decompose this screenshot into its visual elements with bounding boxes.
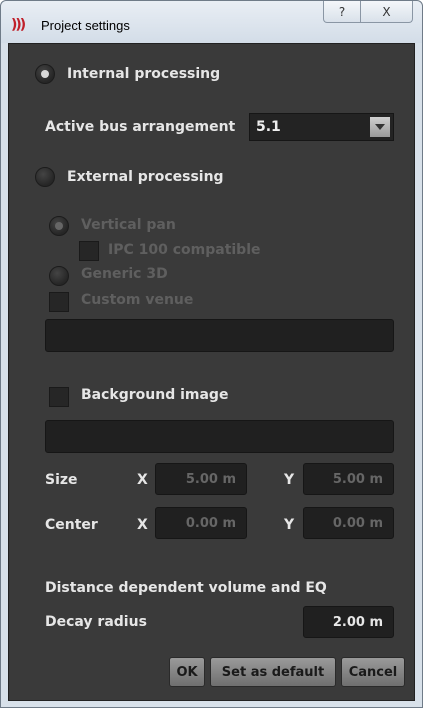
center-x-field[interactable]: 0.00 m [155, 507, 247, 539]
app-logo-icon: ))) [11, 17, 26, 33]
chevron-down-icon[interactable] [370, 117, 390, 137]
custom-venue-checkbox[interactable] [49, 292, 69, 312]
title-bar[interactable]: ))) Project settings ? X [1, 1, 422, 43]
close-button[interactable]: X [360, 1, 413, 23]
external-processing-label: External processing [67, 169, 224, 185]
ipc-100-label: IPC 100 compatible [108, 242, 261, 258]
ipc-100-checkbox[interactable] [79, 241, 99, 261]
vertical-pan-radio[interactable] [49, 216, 69, 236]
bus-arrangement-label: Active bus arrangement [45, 119, 236, 135]
size-label: Size [45, 472, 78, 488]
center-x-label: X [137, 517, 148, 533]
center-y-label: Y [284, 517, 295, 533]
generic-3d-label: Generic 3D [81, 266, 168, 282]
help-button[interactable]: ? [323, 1, 361, 23]
size-y-label: Y [284, 472, 295, 488]
size-x-label: X [137, 472, 148, 488]
size-x-field[interactable]: 5.00 m [155, 463, 247, 495]
generic-3d-radio[interactable] [49, 266, 69, 286]
help-icon: ? [338, 4, 346, 19]
center-label: Center [45, 517, 98, 533]
background-image-label: Background image [81, 387, 229, 403]
external-processing-radio[interactable] [35, 167, 55, 187]
set-as-default-button[interactable]: Set as default [210, 657, 336, 687]
decay-radius-field[interactable]: 2.00 m [303, 606, 394, 638]
center-y-field[interactable]: 0.00 m [303, 507, 394, 539]
bus-arrangement-value: 5.1 [256, 119, 281, 135]
dialog-window: ))) Project settings ? X Internal proces… [0, 0, 423, 708]
distance-volume-heading: Distance dependent volume and EQ [45, 580, 327, 596]
ok-button[interactable]: OK [169, 657, 205, 687]
background-image-path-field[interactable] [45, 420, 394, 453]
decay-radius-label: Decay radius [45, 614, 147, 630]
background-image-checkbox[interactable] [49, 387, 69, 407]
close-icon: X [382, 4, 391, 19]
bus-arrangement-select[interactable]: 5.1 [249, 113, 394, 141]
vertical-pan-label: Vertical pan [81, 217, 176, 233]
window-title: Project settings [41, 18, 130, 33]
custom-venue-label: Custom venue [81, 292, 194, 308]
custom-venue-path-field[interactable] [45, 319, 394, 352]
internal-processing-radio[interactable] [35, 64, 55, 84]
cancel-button[interactable]: Cancel [341, 657, 405, 687]
internal-processing-label: Internal processing [67, 66, 221, 82]
dialog-body: Internal processing Active bus arrangeme… [8, 43, 415, 701]
size-y-field[interactable]: 5.00 m [303, 463, 394, 495]
